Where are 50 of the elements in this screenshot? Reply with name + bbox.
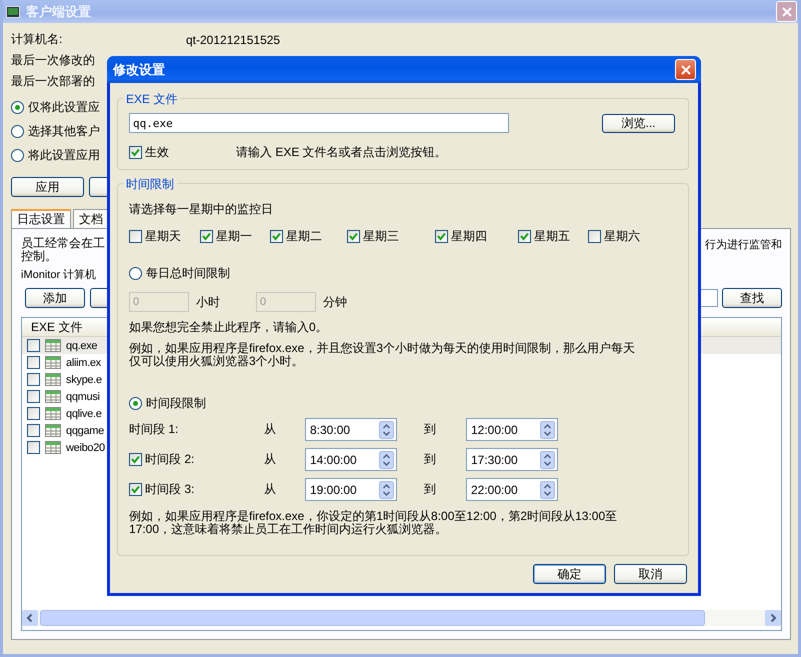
- radio-label: 时间段限制: [146, 394, 206, 412]
- info-label: 计算机名:: [11, 31, 64, 48]
- to-label: 到: [424, 481, 437, 498]
- info-value: qt-201212151525: [186, 32, 280, 46]
- example-text: 仅可以使用火狐浏览器3个小时。: [129, 355, 304, 368]
- day-label: 星期三: [363, 228, 399, 244]
- from-label: 从: [264, 481, 277, 498]
- period-label: 时间段 2:: [145, 451, 194, 468]
- day-label: 星期二: [286, 228, 322, 244]
- product-text: iMonitor 计算机: [21, 268, 96, 282]
- radio-label: 每日总时间限制: [146, 264, 230, 282]
- checkbox-label: 生效: [145, 144, 170, 161]
- example-text: 例如，如果应用程序是firefox.exe，你设定的第1时间段从8:00至12:00，第2时间段从13:00至: [129, 510, 618, 523]
- from-label: 从: [264, 421, 277, 438]
- unit-label: 分钟: [323, 294, 348, 310]
- file-name: skype.e: [66, 374, 102, 386]
- unit-label: 小时: [196, 294, 221, 310]
- day-label: 星期四: [451, 228, 487, 244]
- period-label: 时间段 3:: [145, 481, 194, 498]
- window-title: 客户端设置: [26, 2, 92, 20]
- file-name: qqmusi: [66, 390, 100, 402]
- group-legend: 时间限制: [123, 176, 177, 193]
- info-label: 最后一次部署的: [11, 73, 96, 90]
- period-label: 时间段 1:: [129, 421, 178, 438]
- example-text: 例如，如果应用程序是firefox.exe，并且您设置3个小时做为每天的使用时间限制，那么用户每天: [129, 342, 636, 355]
- to-label: 到: [424, 421, 437, 438]
- day-label: 星期五: [534, 228, 570, 244]
- file-name: weibo20: [66, 442, 105, 454]
- description-text: 控制。: [21, 250, 58, 263]
- example-text: 17:00，这意味着将禁止员工在工作时间内运行火狐浏览器。: [129, 523, 448, 536]
- info-label: 最后一次修改的: [11, 52, 96, 69]
- file-name: aliim.ex: [66, 356, 101, 368]
- to-label: 到: [424, 451, 437, 468]
- file-name: qqlive.e: [66, 408, 102, 420]
- from-label: 从: [264, 451, 277, 468]
- description-text: 员工经常会在工: [21, 237, 105, 250]
- hint-text: 请输入 EXE 文件名或者点击浏览按钮。: [236, 144, 447, 161]
- radio-label: 选择其他客户: [28, 122, 100, 140]
- note-text: 如果您想完全禁止此程序，请输入0。: [129, 319, 329, 336]
- file-name: qqgame: [66, 424, 104, 436]
- radio-label: 仅将此设置应: [28, 98, 100, 116]
- day-label: 星期天: [145, 228, 181, 244]
- radio-label: 将此设置应用: [28, 146, 100, 164]
- dialog-title: 修改设置: [113, 60, 166, 78]
- prompt-text: 请选择每一星期中的监控日: [129, 201, 274, 216]
- day-label: 星期一: [216, 228, 252, 244]
- day-label: 星期六: [604, 228, 640, 244]
- group-legend: EXE 文件: [123, 91, 180, 108]
- description-text: 行为进行监管和: [705, 238, 782, 253]
- file-name: qq.exe: [66, 340, 98, 352]
